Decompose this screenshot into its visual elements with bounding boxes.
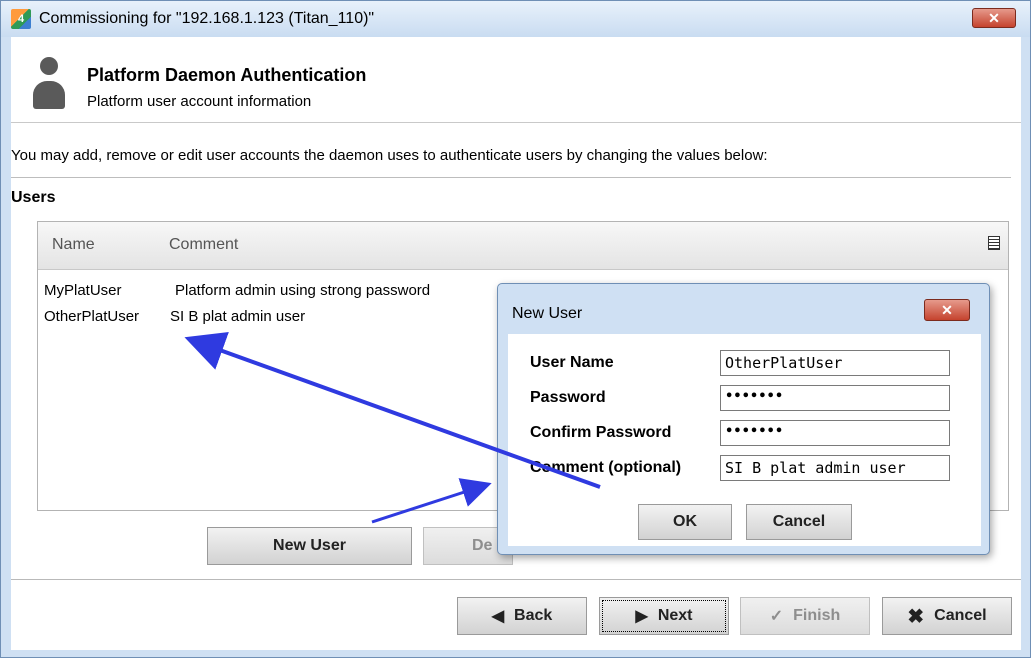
arrow-to-table-row — [184, 332, 601, 489]
annotation-arrows — [184, 332, 601, 524]
arrow-to-dialog — [371, 478, 492, 524]
